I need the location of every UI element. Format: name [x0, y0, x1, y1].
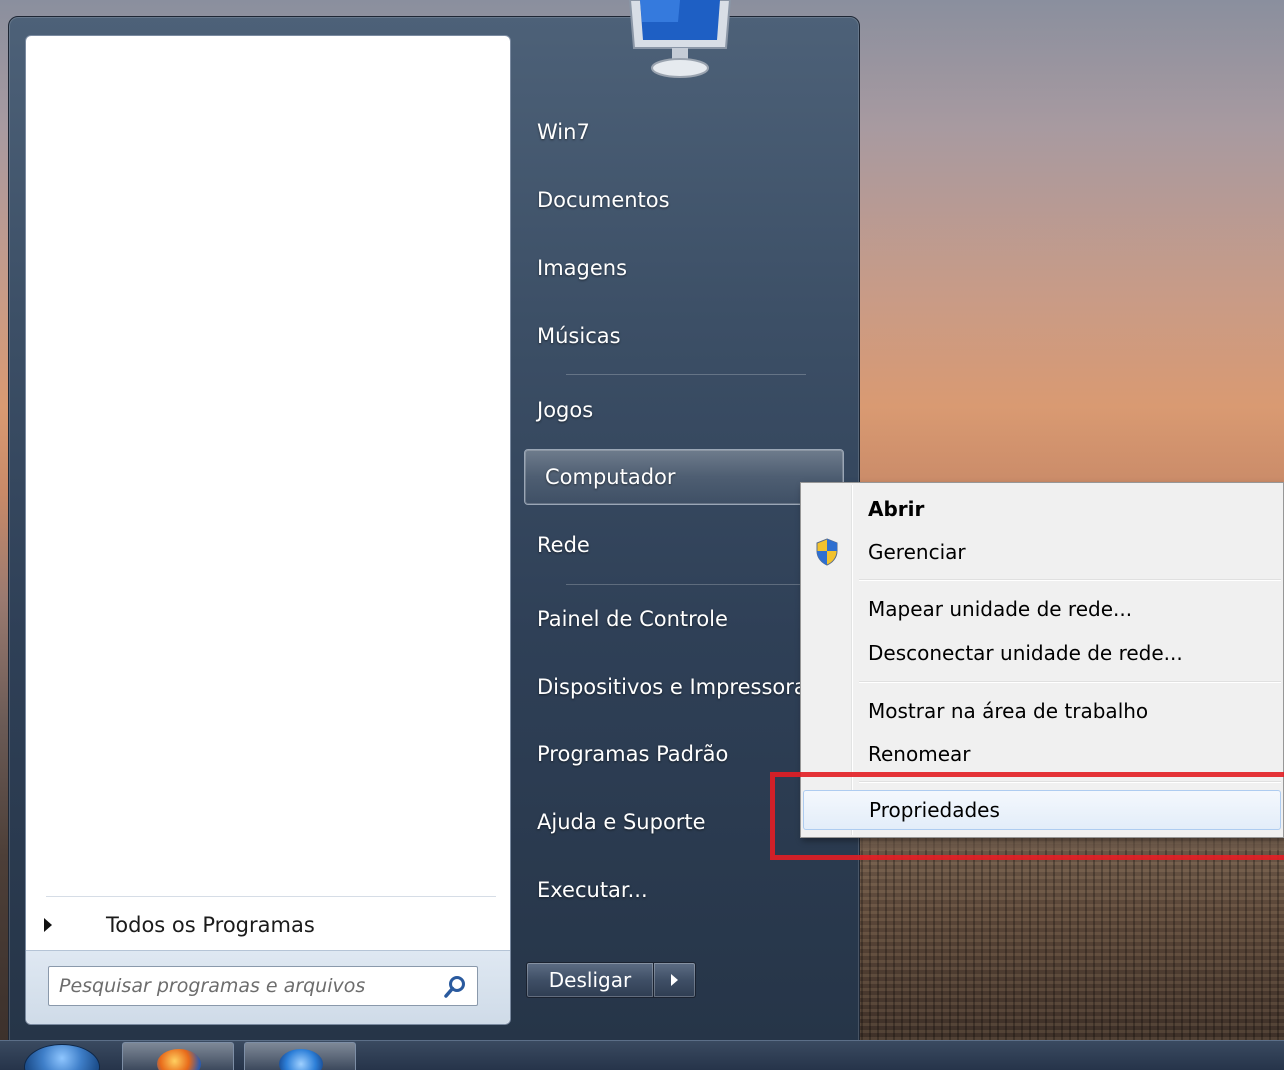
city-skyline — [855, 790, 1284, 1040]
search-strip — [26, 950, 510, 1024]
context-item-abrir[interactable]: Abrir — [803, 489, 1281, 529]
right-pane-divider — [566, 584, 806, 585]
highlight-annotation — [770, 772, 1284, 860]
context-item-desconectar-unidade[interactable]: Desconectar unidade de rede... — [803, 633, 1281, 673]
start-item-dispositivos[interactable]: Dispositivos e Impressoras — [517, 659, 839, 715]
all-programs-label: Todos os Programas — [106, 913, 315, 937]
start-item-rede[interactable]: Rede — [517, 517, 839, 573]
start-item-painel-de-controle[interactable]: Painel de Controle — [517, 591, 839, 647]
start-item-jogos[interactable]: Jogos — [517, 382, 839, 438]
start-item-documentos[interactable]: Documentos — [517, 172, 839, 228]
context-item-renomear[interactable]: Renomear — [803, 734, 1281, 774]
context-menu-separator — [859, 579, 1281, 581]
start-item-musicas[interactable]: Músicas — [517, 308, 839, 364]
firefox-icon — [157, 1049, 201, 1070]
start-item-executar[interactable]: Executar... — [517, 862, 839, 918]
right-pane-divider — [566, 374, 806, 375]
context-item-mostrar-area-trabalho[interactable]: Mostrar na área de trabalho — [803, 691, 1281, 731]
search-input[interactable] — [59, 975, 419, 997]
start-menu-left-pane: Todos os Programas — [25, 35, 511, 1025]
taskbar-app-firefox[interactable] — [122, 1042, 234, 1070]
left-pane-divider — [46, 896, 496, 897]
shutdown-group: Desligar — [526, 962, 696, 998]
context-menu-separator — [859, 681, 1281, 683]
search-box[interactable] — [48, 966, 478, 1006]
context-item-mapear-unidade[interactable]: Mapear unidade de rede... — [803, 589, 1281, 629]
monitor-icon[interactable] — [618, 0, 742, 84]
context-item-gerenciar[interactable]: Gerenciar — [803, 532, 1281, 572]
start-item-user-folder[interactable]: Win7 — [517, 104, 839, 160]
start-item-imagens[interactable]: Imagens — [517, 240, 839, 296]
arrow-right-icon — [44, 918, 52, 932]
shutdown-button[interactable]: Desligar — [526, 962, 654, 998]
all-programs-button[interactable]: Todos os Programas — [36, 908, 496, 942]
shutdown-options-button[interactable] — [654, 962, 696, 998]
taskbar-app-ie[interactable] — [244, 1042, 356, 1070]
arrow-right-icon — [671, 974, 678, 986]
internet-explorer-icon — [279, 1049, 323, 1070]
start-item-computador[interactable]: Computador — [524, 449, 844, 505]
pinned-programs-area — [26, 36, 510, 896]
search-icon[interactable] — [443, 975, 467, 999]
